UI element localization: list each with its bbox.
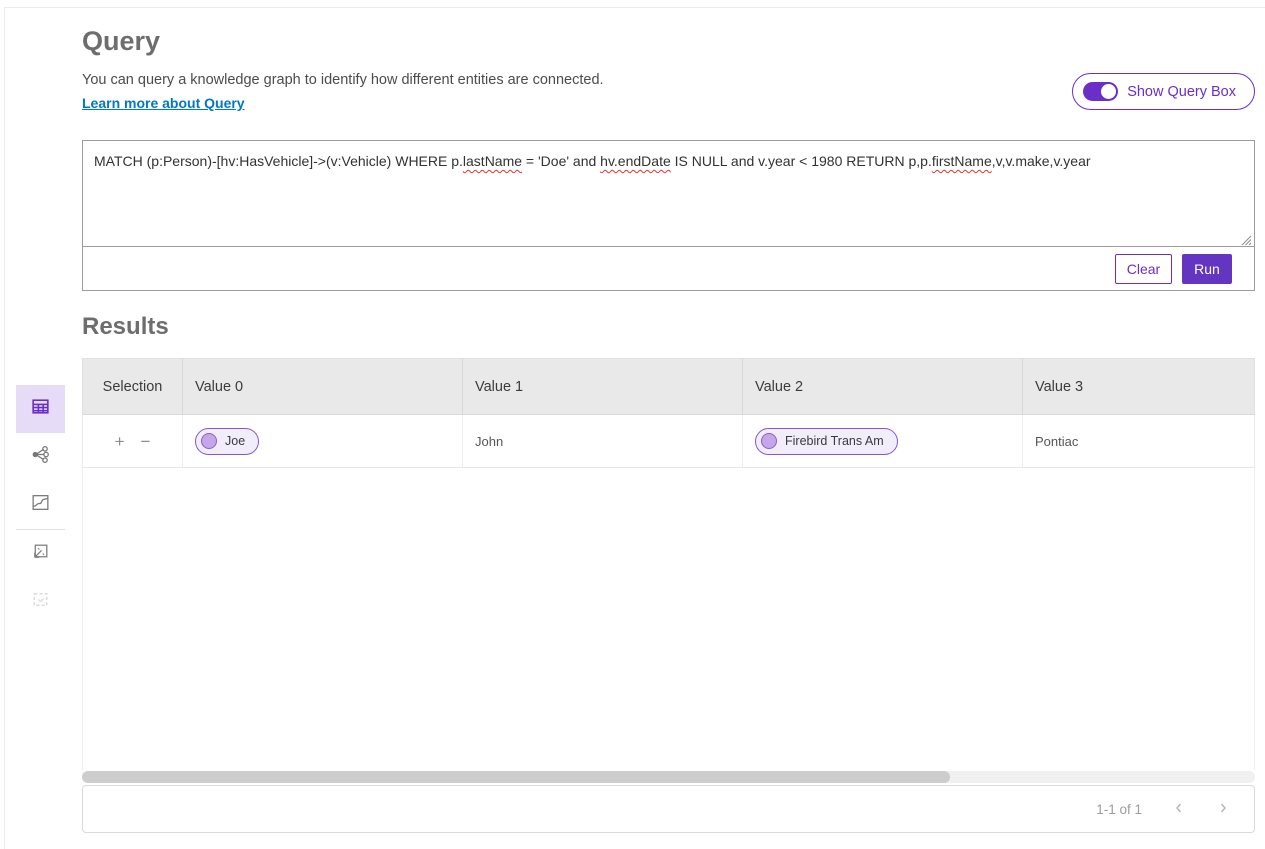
column-header-selection[interactable]: Selection [83,359,183,414]
run-button[interactable]: Run [1182,254,1232,284]
chevron-left-icon [1172,801,1186,818]
table-row: + − Joe John Firebird Trans Am Pont [82,415,1255,468]
view-switcher-sidebar [16,385,65,626]
entity-dot-icon [761,433,777,449]
results-title: Results [82,313,169,341]
table-icon [30,396,51,422]
results-table-header: Selection Value 0 Value 1 Value 2 Value … [82,358,1255,415]
panel-left-divider [4,7,5,849]
page-description: You can query a knowledge graph to ident… [82,72,604,88]
entity-dot-icon [201,433,217,449]
query-segment: = 'Doe' and [522,153,600,169]
query-actions-bar: Clear Run [83,247,1254,290]
sidebar-item-add-to-map[interactable] [16,530,65,578]
row-value3-cell: Pontiac [1023,415,1254,467]
query-segment-misspelled: lastName [463,153,522,169]
remove-selection-button[interactable]: − [141,433,151,450]
query-segment: MATCH (p:Person)-[hv:HasVehicle]->(v:Veh… [94,153,463,169]
query-segment-misspelled: hv.endDate [600,153,671,169]
query-segment: ,v,v.make,v.year [992,153,1091,169]
scrollbar-thumb[interactable] [82,771,950,783]
row-value0-cell: Joe [183,415,463,467]
map-icon [30,492,51,518]
learn-more-link[interactable]: Learn more about Query [82,95,245,111]
pagination-range-label: 1-1 of 1 [1096,802,1142,817]
query-editor-box: MATCH (p:Person)-[hv:HasVehicle]->(v:Veh… [82,140,1255,291]
sidebar-item-map-view[interactable] [16,481,65,529]
entity-chip-label: Joe [225,434,245,448]
add-to-map-icon [30,541,51,567]
entity-chip-label: Firebird Trans Am [785,434,884,448]
pagination-bar: 1-1 of 1 [82,785,1255,833]
table-empty-area [82,468,1255,770]
toggle-switch-on[interactable] [1083,82,1118,101]
query-segment-misspelled: firstName [932,153,992,169]
link-chart-icon [30,444,51,470]
sidebar-item-selection-tool [16,578,65,626]
add-selection-button[interactable]: + [115,433,125,450]
next-page-button[interactable] [1208,797,1238,822]
page-title: Query [82,26,160,57]
selection-tool-icon-disabled [30,589,51,615]
column-header-value3[interactable]: Value 3 [1023,359,1254,414]
clear-button[interactable]: Clear [1115,254,1172,284]
row-value2-cell: Firebird Trans Am [743,415,1023,467]
row-value1-cell: John [463,415,743,467]
toggle-label: Show Query Box [1127,84,1236,100]
textarea-resize-handle[interactable] [1239,231,1252,244]
query-panel: Query You can query a knowledge graph to… [0,0,1265,849]
entity-chip-person[interactable]: Joe [195,428,259,455]
row-selection-cell: + − [83,415,183,467]
results-table: Selection Value 0 Value 1 Value 2 Value … [82,358,1255,833]
query-content: Query You can query a knowledge graph to… [82,0,1255,849]
query-segment: IS NULL and v.year < 1980 RETURN p,p. [671,153,932,169]
chevron-right-icon [1216,801,1230,818]
sidebar-item-link-chart-view[interactable] [16,433,65,481]
column-header-value1[interactable]: Value 1 [463,359,743,414]
show-query-box-toggle[interactable]: Show Query Box [1072,73,1255,110]
horizontal-scrollbar[interactable] [82,771,1255,783]
query-textarea[interactable]: MATCH (p:Person)-[hv:HasVehicle]->(v:Veh… [83,141,1254,247]
entity-chip-vehicle[interactable]: Firebird Trans Am [755,428,898,455]
sidebar-item-table-view[interactable] [16,385,65,433]
previous-page-button[interactable] [1164,797,1194,822]
toggle-knob [1101,84,1116,99]
column-header-value0[interactable]: Value 0 [183,359,463,414]
column-header-value2[interactable]: Value 2 [743,359,1023,414]
